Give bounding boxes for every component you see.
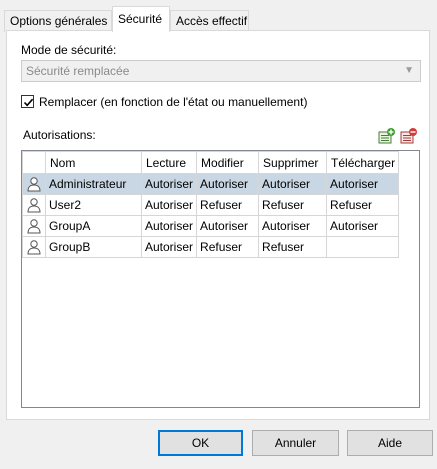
security-panel: Mode de sécurité: Sécurité remplacée ▼ R… bbox=[6, 30, 430, 420]
user-icon bbox=[27, 177, 41, 192]
cell-download[interactable]: Refuser bbox=[326, 194, 400, 216]
cell-read[interactable]: Autoriser bbox=[140, 215, 198, 237]
table-row[interactable]: GroupB Autoriser Refuser Refuser bbox=[22, 236, 400, 258]
remove-permission-icon[interactable] bbox=[400, 127, 418, 145]
group-icon bbox=[27, 240, 41, 255]
header-icon-cell bbox=[22, 151, 46, 174]
cell-name: GroupB bbox=[45, 236, 142, 258]
ok-button[interactable]: OK bbox=[158, 430, 243, 456]
cell-name: Administrateur bbox=[45, 173, 142, 195]
tab-security[interactable]: Sécurité bbox=[112, 6, 170, 32]
permissions-grid[interactable]: Nom Lecture Modifier Supprimer Télécharg… bbox=[21, 150, 420, 408]
cell-name: GroupA bbox=[45, 215, 142, 237]
cell-modify[interactable]: Autoriser bbox=[196, 173, 260, 195]
security-mode-label: Mode de sécurité: bbox=[21, 43, 117, 57]
cell-download[interactable]: Autoriser bbox=[326, 173, 400, 195]
chevron-down-icon: ▼ bbox=[404, 65, 414, 76]
table-row[interactable]: User2 Autoriser Refuser Refuser Refuser bbox=[22, 194, 400, 216]
group-icon bbox=[27, 219, 41, 234]
permissions-label: Autorisations: bbox=[23, 128, 96, 142]
cell-download[interactable]: Autoriser bbox=[326, 215, 400, 237]
cell-delete[interactable]: Refuser bbox=[258, 236, 328, 258]
cell-read[interactable]: Autoriser bbox=[140, 194, 198, 216]
tab-label: Sécurité bbox=[118, 12, 163, 26]
security-mode-select[interactable]: Sécurité remplacée ▼ bbox=[21, 60, 421, 82]
column-header-delete[interactable]: Supprimer bbox=[258, 151, 328, 174]
security-mode-value: Sécurité remplacée bbox=[26, 64, 130, 78]
cell-delete[interactable]: Autoriser bbox=[258, 215, 328, 237]
cell-modify[interactable]: Autoriser bbox=[196, 215, 260, 237]
group-icon-cell bbox=[22, 236, 46, 258]
user-icon-cell bbox=[22, 173, 46, 195]
cell-modify[interactable]: Refuser bbox=[196, 194, 260, 216]
add-permission-icon[interactable] bbox=[378, 127, 396, 145]
override-checkbox[interactable] bbox=[21, 95, 34, 108]
override-label: Remplacer (en fonction de l'état ou manu… bbox=[39, 95, 308, 109]
table-row[interactable]: Administrateur Autoriser Autoriser Autor… bbox=[22, 173, 400, 195]
column-header-read[interactable]: Lecture bbox=[140, 151, 198, 174]
cell-delete[interactable]: Autoriser bbox=[258, 173, 328, 195]
tab-label: Accès effectif bbox=[176, 14, 248, 28]
cell-modify[interactable]: Refuser bbox=[196, 236, 260, 258]
checkmark-icon bbox=[23, 98, 34, 107]
tab-label: Options générales bbox=[10, 14, 108, 28]
cancel-button[interactable]: Annuler bbox=[252, 430, 339, 456]
column-header-name[interactable]: Nom bbox=[45, 151, 142, 174]
user-icon bbox=[27, 198, 41, 213]
group-icon-cell bbox=[22, 215, 46, 237]
tab-effective-access[interactable]: Accès effectif bbox=[170, 10, 249, 32]
column-header-download[interactable]: Télécharger bbox=[326, 151, 400, 174]
cell-download[interactable] bbox=[326, 236, 400, 258]
tab-general-options[interactable]: Options générales bbox=[4, 10, 112, 32]
cell-read[interactable]: Autoriser bbox=[140, 236, 198, 258]
help-button[interactable]: Aide bbox=[347, 430, 433, 456]
table-header-row: Nom Lecture Modifier Supprimer Télécharg… bbox=[22, 151, 400, 174]
cell-delete[interactable]: Refuser bbox=[258, 194, 328, 216]
cell-name: User2 bbox=[45, 194, 142, 216]
table-row[interactable]: GroupA Autoriser Autoriser Autoriser Aut… bbox=[22, 215, 400, 237]
cell-read[interactable]: Autoriser bbox=[140, 173, 198, 195]
user-icon-cell bbox=[22, 194, 46, 216]
column-header-modify[interactable]: Modifier bbox=[196, 151, 260, 174]
